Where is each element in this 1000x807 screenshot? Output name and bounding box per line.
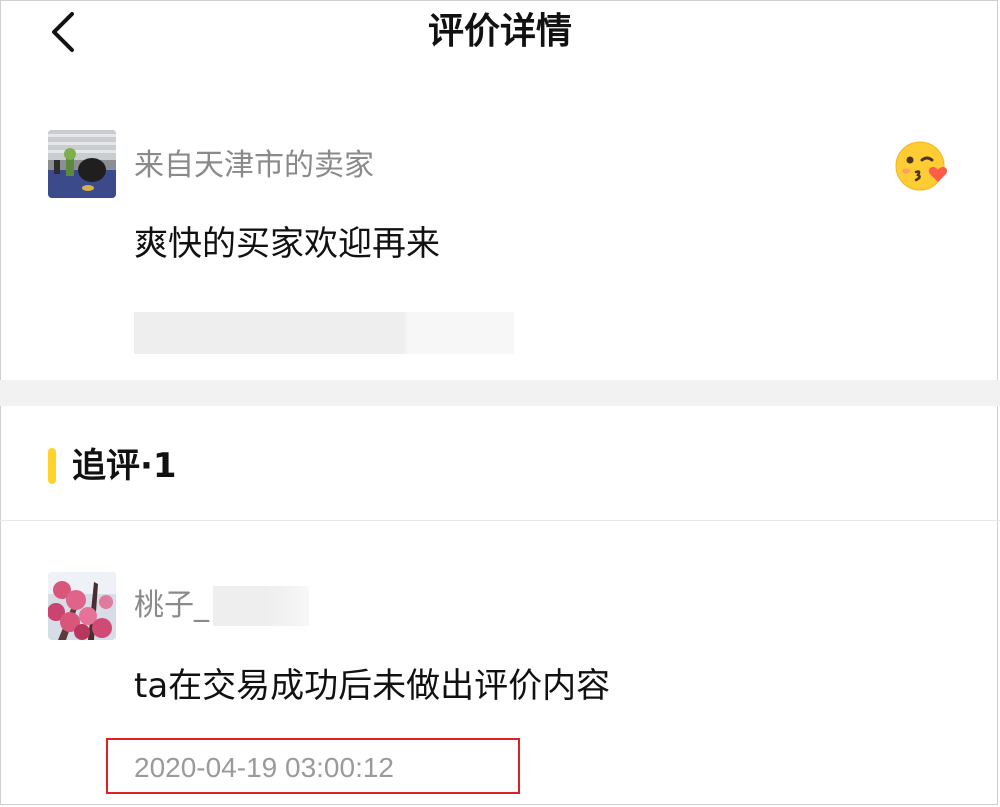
redacted-name-block	[213, 586, 309, 626]
section-accent-bar	[48, 448, 56, 484]
review-timestamp: 2020-04-19 03:00:12	[134, 752, 394, 783]
page-title: 评价详情	[427, 11, 572, 52]
seller-review-text: 爽快的买家欢迎再来	[134, 224, 440, 264]
seller-avatar[interactable]	[48, 130, 116, 198]
divider	[0, 520, 1000, 521]
seller-reviewer-name: 来自天津市的卖家	[134, 148, 374, 183]
buyer-avatar[interactable]	[48, 572, 116, 640]
buyer-review-text: ta在交易成功后未做出评价内容	[134, 666, 611, 706]
buyer-reviewer-name: 桃子_	[134, 588, 209, 623]
kissing-face-with-heart-icon	[895, 141, 948, 191]
redacted-image-placeholder	[134, 312, 514, 354]
section-separator	[0, 380, 1000, 406]
buyer-reviewer-name-group: 桃子_	[134, 586, 309, 626]
followup-section-title: 追评·1	[72, 446, 177, 486]
